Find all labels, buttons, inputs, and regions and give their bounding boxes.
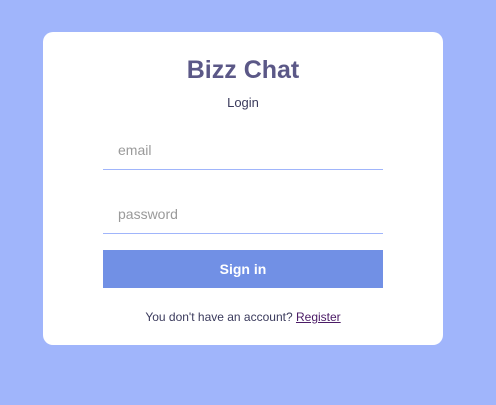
register-link[interactable]: Register xyxy=(296,310,341,324)
sign-in-button[interactable]: Sign in xyxy=(103,250,383,288)
app-title: Bizz Chat xyxy=(186,56,300,84)
login-card: Bizz Chat Login Sign in You don't have a… xyxy=(43,32,443,345)
register-prompt: You don't have an account? Register xyxy=(43,308,443,326)
page-subtitle: Login xyxy=(227,95,259,110)
password-input[interactable] xyxy=(103,194,383,234)
register-prompt-text: You don't have an account? xyxy=(145,310,293,324)
email-input[interactable] xyxy=(103,130,383,170)
